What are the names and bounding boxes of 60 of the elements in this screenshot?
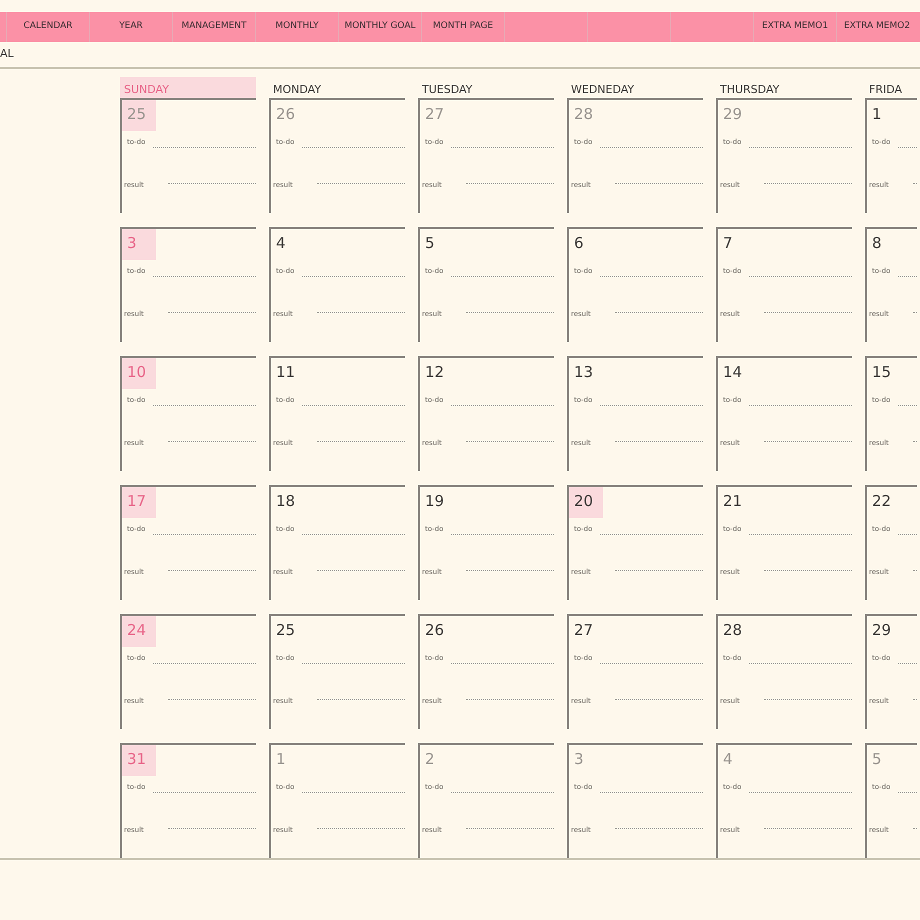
date-number: 29 (871, 620, 892, 641)
date-number: 29 (722, 104, 744, 125)
date-number: 3 (573, 749, 585, 770)
date-number: 8 (871, 233, 883, 254)
date-number: 7 (722, 233, 734, 254)
dotted-line (912, 312, 917, 313)
date-number: 28 (573, 104, 594, 125)
date-number: 27 (573, 620, 594, 641)
date-number: 13 (573, 362, 594, 383)
date-number: 20 (569, 487, 603, 518)
date-number: 26 (424, 620, 446, 641)
date-number: 24 (122, 616, 156, 647)
weekday-header: MONDAY (272, 82, 322, 98)
dotted-line (898, 146, 917, 148)
nav-tab[interactable]: MONTH PAGE (422, 12, 505, 42)
date-number: 22 (871, 491, 892, 512)
date-number: 3 (122, 229, 156, 260)
date-number: 31 (122, 745, 156, 776)
date-number: 18 (275, 491, 296, 512)
date-number: 4 (275, 233, 287, 254)
nav-tab[interactable]: CALENDAR (7, 12, 90, 42)
date-number: 6 (573, 233, 585, 254)
date-number: 12 (424, 362, 446, 383)
date-number: 1 (275, 749, 287, 770)
date-number: 5 (424, 233, 436, 254)
date-number: 26 (275, 104, 296, 125)
dotted-line (898, 662, 917, 664)
date-number: 4 (722, 749, 734, 770)
weekday-header: WEDNEDAY (570, 82, 636, 98)
nav-tab[interactable]: YEAR (90, 12, 173, 42)
date-number: 19 (424, 491, 446, 512)
date-number: 1 (871, 104, 883, 125)
nav-tab[interactable]: EXTRA MEMO1 (754, 12, 837, 42)
date-number: 5 (871, 749, 883, 770)
dotted-line (912, 183, 917, 184)
subtitle-text: AL (0, 46, 14, 62)
weekday-header: THURSDAY (719, 82, 780, 98)
date-number: 28 (722, 620, 744, 641)
nav-tab[interactable]: EXTRA MEMO2 (837, 12, 917, 42)
date-number: 15 (871, 362, 892, 383)
date-number: 25 (275, 620, 296, 641)
nav-tab[interactable]: MONTHLY GOAL (339, 12, 422, 42)
dotted-line (912, 699, 917, 700)
dotted-line (912, 828, 917, 829)
date-number: 25 (122, 100, 156, 131)
date-number: 27 (424, 104, 446, 125)
date-number: 10 (122, 358, 156, 389)
dotted-line (912, 570, 917, 571)
weekday-header: FRIDA (868, 82, 904, 98)
dotted-line (898, 404, 917, 406)
nav-tab[interactable]: MANAGEMENT (173, 12, 256, 42)
dotted-line (912, 441, 917, 442)
date-number: 11 (275, 362, 296, 383)
weekday-header: TUESDAY (421, 82, 474, 98)
weekday-header: SUNDAY (120, 77, 256, 98)
nav-tab[interactable]: MONTHLY (256, 12, 339, 42)
date-number: 14 (722, 362, 744, 383)
date-number: 17 (122, 487, 156, 518)
date-number: 21 (722, 491, 744, 512)
date-number: 2 (424, 749, 436, 770)
